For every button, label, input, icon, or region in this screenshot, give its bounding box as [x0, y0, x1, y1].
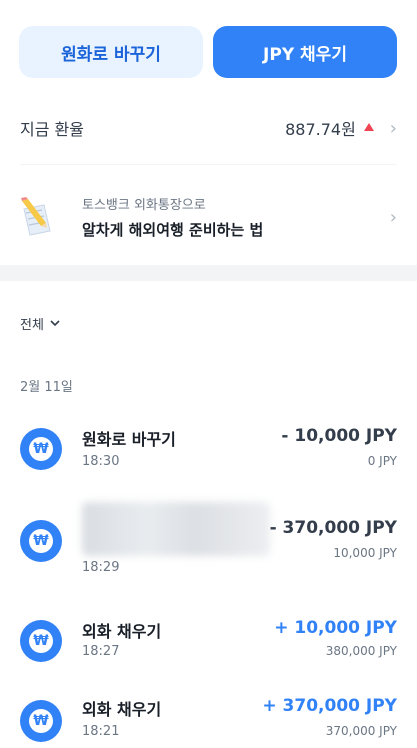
- section-separator: [0, 265, 417, 281]
- filter-dropdown[interactable]: 전체: [20, 314, 60, 333]
- transaction-row[interactable]: ₩ 외화 채우기 18:27 + 10,000 JPY 380,000 JPY: [20, 616, 397, 676]
- chevron-right-icon: ›: [389, 206, 397, 228]
- transaction-balance: 10,000 JPY: [333, 546, 397, 560]
- transaction-balance: 0 JPY: [367, 454, 397, 468]
- promo-title: 알차게 해외여행 준비하는 법: [82, 221, 264, 239]
- transaction-title: 외화 채우기: [82, 700, 162, 719]
- transaction-amount: - 10,000 JPY: [281, 426, 397, 446]
- transaction-balance: 380,000 JPY: [325, 644, 397, 658]
- won-coin-icon: ₩: [20, 428, 62, 470]
- chevron-right-icon: ›: [389, 117, 397, 139]
- filter-label: 전체: [20, 318, 44, 333]
- charge-jpy-button[interactable]: JPY 채우기: [213, 26, 397, 78]
- exchange-rate-value-group: 887.74원 ›: [285, 116, 397, 140]
- transaction-title: 원화로 바꾸기: [82, 430, 176, 449]
- exchange-rate-value: 887.74원: [285, 120, 356, 139]
- transaction-title: 외화 채우기: [82, 622, 162, 641]
- transaction-amount: + 10,000 JPY: [274, 618, 397, 638]
- transaction-amount: + 370,000 JPY: [262, 696, 397, 716]
- action-buttons: 원화로 바꾸기 JPY 채우기: [19, 26, 397, 78]
- chevron-down-icon: [50, 320, 60, 327]
- notepad-pencil-icon: [20, 197, 58, 237]
- promo-banner[interactable]: 토스뱅크 외화통장으로 알차게 해외여행 준비하는 법 ›: [20, 188, 397, 246]
- exchange-rate-row[interactable]: 지금 환율 887.74원 ›: [20, 106, 397, 150]
- transaction-time: 18:30: [82, 454, 120, 469]
- won-coin-icon: ₩: [20, 520, 62, 562]
- won-coin-icon: ₩: [20, 620, 62, 662]
- transaction-time: 18:27: [82, 644, 120, 659]
- redacted-title: [82, 502, 270, 556]
- transaction-time: 18:21: [82, 724, 120, 739]
- transaction-amount: - 370,000 JPY: [269, 518, 397, 538]
- transaction-balance: 370,000 JPY: [325, 724, 397, 738]
- date-group-label: 2월 11일: [20, 380, 73, 395]
- transaction-row[interactable]: ₩ 원화로 바꾸기 18:30 - 10,000 JPY 0 JPY: [20, 424, 397, 484]
- promo-text: 토스뱅크 외화통장으로 알차게 해외여행 준비하는 법: [82, 194, 382, 240]
- won-coin-icon: ₩: [20, 700, 62, 742]
- promo-subtitle: 토스뱅크 외화통장으로: [82, 198, 206, 213]
- transaction-time: 18:29: [82, 560, 120, 575]
- rate-up-icon: [363, 123, 374, 131]
- divider: [20, 164, 397, 165]
- convert-to-krw-button[interactable]: 원화로 바꾸기: [19, 26, 203, 78]
- transaction-row[interactable]: ₩ 외화 채우기 18:21 + 370,000 JPY 370,000 JPY: [20, 694, 397, 748]
- transaction-row[interactable]: ₩ 18:29 - 370,000 JPY 10,000 JPY: [20, 502, 397, 580]
- exchange-rate-label: 지금 환율: [20, 120, 84, 139]
